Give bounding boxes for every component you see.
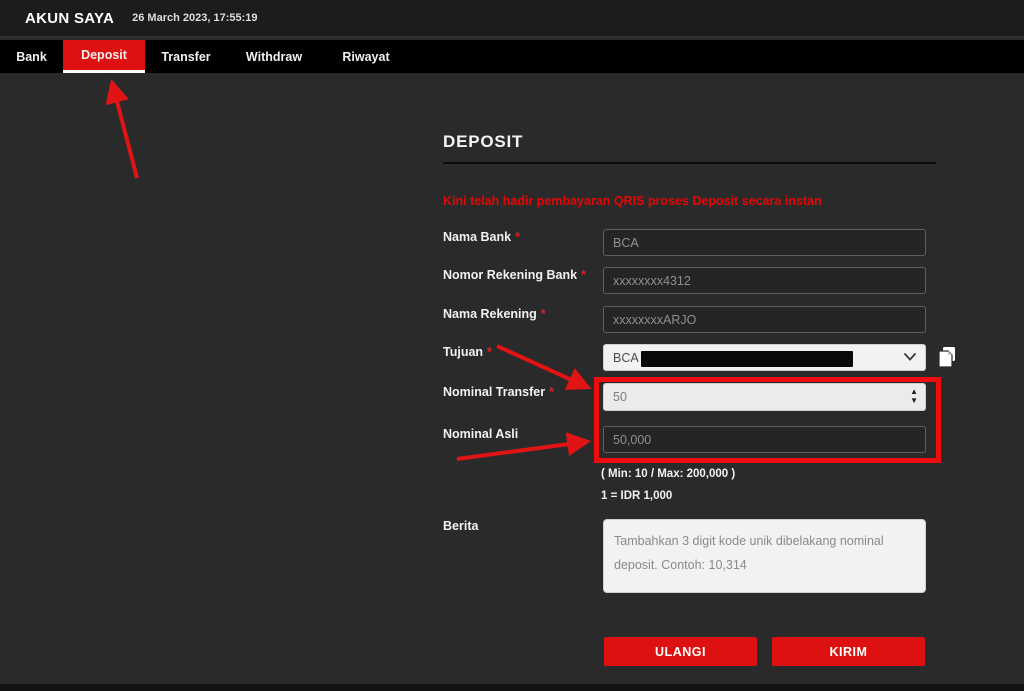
- deposit-page: AKUN SAYA 26 March 2023, 17:55:19 Bank D…: [0, 0, 1024, 691]
- nominal-transfer-value: 50: [613, 390, 627, 404]
- label-tujuan: Tujuan*: [443, 345, 492, 359]
- berita-textarea[interactable]: Tambahkan 3 digit kode unik dibelakang n…: [603, 519, 926, 593]
- label-nomor-rekening-bank: Nomor Rekening Bank*: [443, 268, 586, 282]
- label-nama-rekening: Nama Rekening*: [443, 307, 546, 321]
- nomor-rekening-bank-input[interactable]: [603, 267, 926, 294]
- arrow-to-nominal-transfer: [497, 346, 585, 386]
- rate-note: 1 = IDR 1,000: [601, 490, 672, 502]
- datetime-label: 26 March 2023, 17:55:19: [132, 12, 257, 24]
- label-nama-bank: Nama Bank*: [443, 230, 520, 244]
- required-asterisk: *: [549, 385, 554, 399]
- nama-rekening-input[interactable]: [603, 306, 926, 333]
- tab-riwayat[interactable]: Riwayat: [321, 40, 411, 73]
- label-berita: Berita: [443, 519, 478, 533]
- tab-bank[interactable]: Bank: [0, 40, 63, 73]
- stepper-down-icon[interactable]: ▼: [910, 396, 918, 405]
- arrow-to-nominal-asli: [457, 442, 584, 459]
- header: AKUN SAYA 26 March 2023, 17:55:19: [0, 0, 1024, 38]
- tab-transfer[interactable]: Transfer: [145, 40, 227, 73]
- required-asterisk: *: [541, 307, 546, 321]
- nominal-asli-input[interactable]: [603, 426, 926, 453]
- nominal-transfer-input[interactable]: 50 ▲ ▼: [603, 383, 926, 411]
- required-asterisk: *: [581, 268, 586, 282]
- tab-deposit[interactable]: Deposit: [63, 40, 145, 73]
- arrow-to-deposit-tab: [113, 86, 137, 178]
- tujuan-select[interactable]: BCA -: [603, 344, 926, 371]
- redaction-bar: [641, 351, 853, 367]
- page-title: DEPOSIT: [443, 132, 523, 152]
- ulangi-button[interactable]: ULANGI: [604, 637, 757, 666]
- tab-withdraw[interactable]: Withdraw: [227, 40, 321, 73]
- nav-bar: Bank Deposit Transfer Withdraw Riwayat: [0, 40, 1024, 73]
- nama-bank-input[interactable]: [603, 229, 926, 256]
- label-nominal-asli: Nominal Asli: [443, 427, 518, 441]
- promo-text: Kini telah hadir pembayaran QRIS proses …: [443, 194, 822, 208]
- title-underline: [443, 162, 936, 164]
- copy-icon[interactable]: [935, 345, 959, 369]
- number-stepper[interactable]: ▲ ▼: [910, 387, 918, 405]
- kirim-button[interactable]: KIRIM: [772, 637, 925, 666]
- required-asterisk: *: [515, 230, 520, 244]
- chevron-down-icon: [904, 352, 916, 364]
- min-max-note: ( Min: 10 / Max: 200,000 ): [601, 468, 735, 480]
- bottom-bar: [0, 684, 1024, 691]
- required-asterisk: *: [487, 345, 492, 359]
- account-title: AKUN SAYA: [25, 10, 114, 27]
- stepper-up-icon[interactable]: ▲: [910, 387, 918, 396]
- label-nominal-transfer: Nominal Transfer*: [443, 385, 554, 399]
